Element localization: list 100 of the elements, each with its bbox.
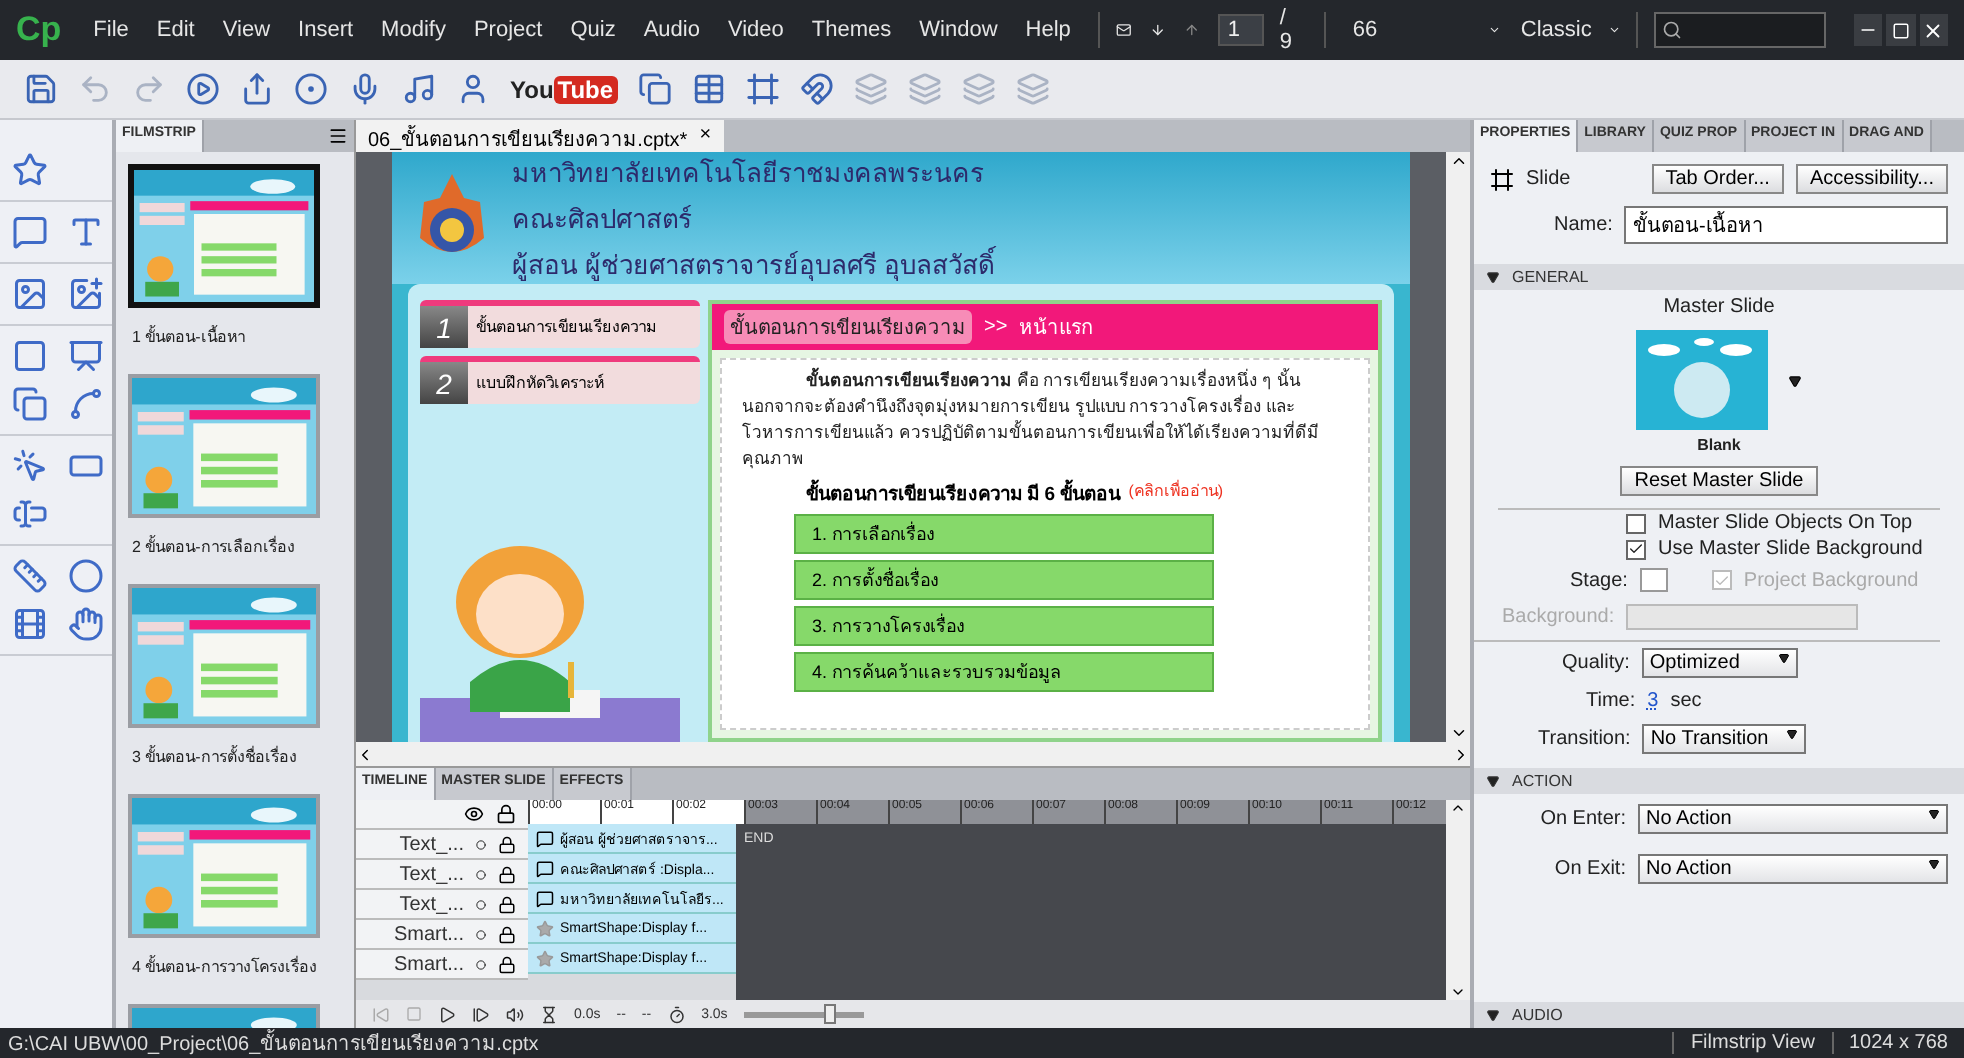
hand-icon[interactable] <box>68 606 104 642</box>
collapse-icon[interactable] <box>1486 774 1500 788</box>
menu-item[interactable]: Insert <box>286 18 366 42</box>
save-icon[interactable] <box>24 72 58 106</box>
menu-item[interactable]: Quiz <box>558 18 628 42</box>
dot-icon[interactable] <box>476 899 486 909</box>
end-icon[interactable] <box>472 1005 490 1023</box>
volume-icon[interactable] <box>506 1005 524 1023</box>
frame-icon[interactable] <box>745 72 780 106</box>
record-icon[interactable] <box>294 72 328 106</box>
lock-icon[interactable] <box>498 865 516 883</box>
dropdown-icon[interactable] <box>1788 373 1802 387</box>
minimize-button[interactable] <box>1854 14 1883 46</box>
shapes-icon[interactable] <box>12 386 48 422</box>
video-icon[interactable] <box>12 606 48 642</box>
collapse-icon[interactable] <box>1486 270 1500 284</box>
lock-icon[interactable] <box>498 895 516 913</box>
step-button[interactable]: 2. การตั้งชื่อเรื่อง <box>794 560 1214 600</box>
action-select[interactable]: No Action <box>1638 854 1948 884</box>
quality-select[interactable]: Optimized <box>1641 648 1798 678</box>
click-pointer-icon[interactable] <box>12 448 48 484</box>
slide-label[interactable]: 2 ขั้นตอน-การเลือกเรื่อง <box>128 526 334 576</box>
music-note-icon[interactable] <box>402 72 436 106</box>
reset-button[interactable]: Reset Master Slide <box>1620 466 1818 496</box>
dropdown-icon[interactable] <box>1777 652 1790 664</box>
action-select[interactable]: No Action <box>1638 804 1948 834</box>
close-button[interactable] <box>1919 14 1948 46</box>
scroll-down-icon[interactable] <box>1449 724 1467 742</box>
ruler-icon[interactable] <box>12 558 48 594</box>
image-plus-icon[interactable] <box>68 276 104 312</box>
menu-item[interactable]: Video <box>715 18 796 42</box>
text-entry-icon[interactable] <box>12 496 48 532</box>
menu-item[interactable]: File <box>81 18 141 42</box>
step-button[interactable]: 1. การเลือกเรื่อง <box>794 514 1214 554</box>
search-field[interactable] <box>1653 12 1826 48</box>
horizontal-scrollbar[interactable] <box>356 742 1470 766</box>
dot-icon[interactable] <box>476 929 486 939</box>
image-icon[interactable] <box>12 276 48 312</box>
lock-icon[interactable] <box>496 804 516 824</box>
scroll-up-icon[interactable] <box>1449 152 1467 170</box>
workspace-menu[interactable]: Classic <box>1508 18 1604 42</box>
presentation-icon[interactable] <box>68 338 104 374</box>
menu-item[interactable]: Help <box>1013 18 1083 42</box>
transition-select[interactable]: No Transition <box>1642 724 1807 754</box>
lock-icon[interactable] <box>498 835 516 853</box>
lock-icon[interactable] <box>498 955 516 973</box>
scroll-down-icon[interactable] <box>1450 984 1466 1000</box>
vertical-scrollbar[interactable] <box>1446 800 1470 1000</box>
page-field[interactable]: 1 <box>1217 14 1264 46</box>
mail-icon[interactable] <box>1116 18 1132 42</box>
step-button[interactable]: 4. การค้นคว้าและรวบรวมข้อมูล <box>794 652 1214 692</box>
rectangle-icon[interactable] <box>12 338 48 374</box>
scroll-up-icon[interactable] <box>1450 800 1466 816</box>
visibility-icon[interactable] <box>464 804 484 824</box>
play-icon[interactable] <box>186 72 220 106</box>
menu-item[interactable]: View <box>210 18 283 42</box>
zoom-value[interactable]: 66 <box>1340 18 1390 42</box>
text-icon[interactable] <box>68 214 104 250</box>
dot-icon[interactable] <box>476 869 486 879</box>
star-icon[interactable] <box>12 152 48 188</box>
dialog-button[interactable]: Tab Order... <box>1651 164 1784 194</box>
time-value[interactable]: 3 <box>1647 690 1659 712</box>
menu-item[interactable]: Edit <box>144 18 207 42</box>
dropdown-icon[interactable] <box>1928 808 1940 820</box>
menu-item[interactable]: Themes <box>799 18 904 42</box>
play-icon[interactable] <box>438 1005 456 1023</box>
color-swatch[interactable] <box>1639 568 1668 592</box>
lock-icon[interactable] <box>498 925 516 943</box>
slide-label[interactable]: 4 ขั้นตอน-การวางโครงเรื่อง <box>128 946 334 996</box>
table-icon[interactable] <box>691 72 726 106</box>
menu-item[interactable]: Window <box>907 18 1010 42</box>
collapse-icon[interactable] <box>1486 1008 1500 1022</box>
step-button[interactable]: 3. การวางโครงเรื่อง <box>794 606 1214 646</box>
dropdown-icon[interactable] <box>1928 858 1940 870</box>
menu-item[interactable]: Modify <box>369 18 458 42</box>
background-field[interactable] <box>1626 604 1859 630</box>
dropdown-icon[interactable] <box>1786 728 1799 740</box>
vertical-scrollbar[interactable] <box>1446 152 1470 742</box>
panel-menu-icon[interactable] <box>328 126 348 146</box>
maximize-button[interactable] <box>1886 14 1916 46</box>
slide-label[interactable]: 3 ขั้นตอน-การตั้งชื่อเรื่อง <box>128 736 334 786</box>
microphone-icon[interactable] <box>348 72 382 106</box>
slides-icon[interactable] <box>637 72 672 106</box>
caption-icon[interactable] <box>12 214 48 250</box>
name-field[interactable]: ขั้นตอน-เนื้อหา <box>1624 206 1948 244</box>
path-icon[interactable] <box>68 386 104 422</box>
checkbox[interactable] <box>1626 539 1646 559</box>
slide-label[interactable]: 1 ขั้นตอน-เนื้อหา <box>128 316 334 366</box>
nav-button[interactable]: 2 แบบฝึกหัดวิเคราะห์ <box>420 356 700 404</box>
menu-item[interactable]: Audio <box>631 18 712 42</box>
checkbox[interactable] <box>1626 513 1646 533</box>
scroll-right-icon[interactable] <box>1452 745 1470 763</box>
circle-icon[interactable] <box>68 558 104 594</box>
dot-icon[interactable] <box>476 839 486 849</box>
nav-button[interactable]: 1 ขั้นตอนการเขียนเรียงความ <box>420 300 700 348</box>
scroll-left-icon[interactable] <box>356 745 374 763</box>
magnet-icon[interactable] <box>799 72 834 106</box>
menu-item[interactable]: Project <box>461 18 555 42</box>
person-icon[interactable] <box>456 72 490 106</box>
dialog-button[interactable]: Accessibility... <box>1795 164 1948 194</box>
